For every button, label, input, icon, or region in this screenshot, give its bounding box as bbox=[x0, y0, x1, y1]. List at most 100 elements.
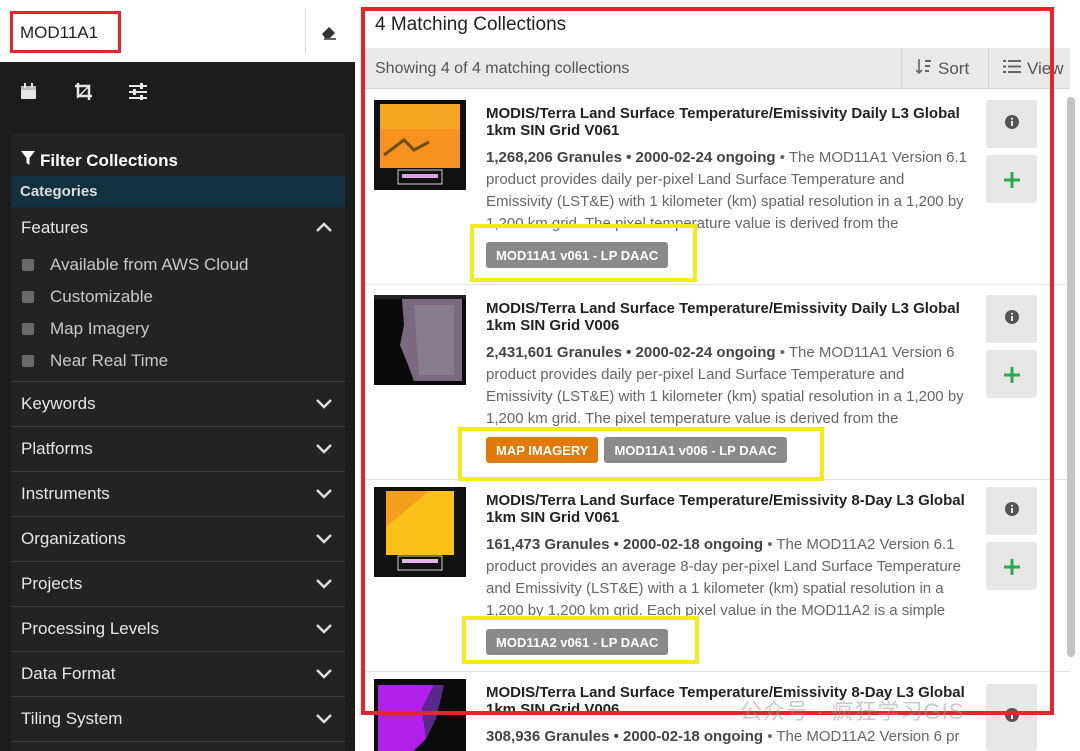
collection-summary: • The MOD11A2 Version 6 pr bbox=[763, 728, 960, 745]
results-scrollbar[interactable] bbox=[1067, 97, 1075, 657]
info-icon bbox=[1004, 708, 1019, 727]
plus-icon bbox=[1003, 550, 1020, 582]
info-button[interactable] bbox=[986, 100, 1037, 148]
left-panel: MOD11A1 Filter Collections Categories Fe… bbox=[0, 0, 355, 751]
facet-projects[interactable]: Projects bbox=[11, 562, 345, 607]
facet-label: Processing Levels bbox=[21, 619, 159, 638]
collection-tags: MOD11A2 v061 - LP DAAC bbox=[486, 629, 669, 655]
filter-icon bbox=[21, 151, 35, 171]
plus-icon bbox=[1003, 163, 1020, 195]
calendar-icon[interactable] bbox=[20, 82, 37, 105]
facet-tiling-system[interactable]: Tiling System bbox=[11, 697, 345, 742]
results-panel: 4 Matching Collections Showing 4 of 4 ma… bbox=[355, 0, 1080, 751]
collection-thumbnail bbox=[374, 679, 466, 751]
filter-header-label: Filter Collections bbox=[40, 151, 178, 170]
facet-label: Instruments bbox=[21, 484, 110, 503]
collection-meta: 161,473 Granules • 2000-02-18 ongoing bbox=[486, 536, 764, 553]
facet-label: Tiling System bbox=[21, 709, 123, 728]
feature-option-label: Near Real Time bbox=[50, 351, 169, 370]
results-count-text: Showing 4 of 4 matching collections bbox=[375, 60, 630, 77]
facet-features[interactable]: Features bbox=[11, 207, 345, 249]
map-imagery-tag: MAP IMAGERY bbox=[486, 437, 599, 463]
facet-label: Features bbox=[21, 218, 89, 237]
facet-processing-levels[interactable]: Processing Levels bbox=[11, 607, 345, 652]
search-bar: MOD11A1 bbox=[0, 0, 355, 62]
checkbox[interactable] bbox=[22, 291, 34, 303]
info-button[interactable] bbox=[986, 487, 1037, 535]
view-label: View bbox=[1027, 58, 1064, 78]
sort-icon bbox=[915, 58, 932, 80]
collection-meta: 2,431,601 Granules • 2000-02-24 ongoing bbox=[486, 344, 776, 361]
chevron-down-icon bbox=[315, 574, 333, 594]
features-list: Available from AWS Cloud Customizable Ma… bbox=[11, 249, 345, 382]
facet-label: Projects bbox=[21, 574, 83, 593]
facet-label: Keywords bbox=[21, 394, 96, 413]
facet-label: Platforms bbox=[21, 439, 93, 458]
chevron-down-icon bbox=[315, 619, 333, 639]
add-collection-button[interactable] bbox=[986, 155, 1037, 203]
feature-option-near-real-time[interactable]: Near Real Time bbox=[11, 345, 345, 377]
results-subbar: Showing 4 of 4 matching collections Sort… bbox=[365, 48, 1070, 89]
info-button[interactable] bbox=[986, 684, 1037, 751]
collection-description: 161,473 Granules • 2000-02-18 ongoing • … bbox=[486, 534, 971, 622]
categories-label: Categories bbox=[11, 176, 345, 207]
collection-title[interactable]: MODIS/Terra Land Surface Temperature/Emi… bbox=[486, 105, 971, 139]
chevron-down-icon bbox=[315, 709, 333, 729]
collection-item[interactable]: MODIS/Terra Land Surface Temperature/Emi… bbox=[365, 91, 1070, 285]
filter-collections-header: Filter Collections bbox=[11, 134, 345, 176]
feature-option-label: Customizable bbox=[50, 287, 153, 306]
collection-thumbnail bbox=[374, 100, 466, 190]
add-collection-button[interactable] bbox=[986, 350, 1037, 398]
crop-icon[interactable] bbox=[74, 82, 93, 106]
collection-meta: 1,268,206 Granules • 2000-02-24 ongoing bbox=[486, 149, 776, 166]
info-button[interactable] bbox=[986, 295, 1037, 343]
feature-option-map-imagery[interactable]: Map Imagery bbox=[11, 313, 345, 345]
filter-collections-panel: Filter Collections Categories Features A… bbox=[11, 134, 345, 751]
facet-keywords[interactable]: Keywords bbox=[11, 382, 345, 427]
search-input[interactable]: MOD11A1 bbox=[10, 11, 121, 53]
facet-data-format[interactable]: Data Format bbox=[11, 652, 345, 697]
chevron-down-icon bbox=[315, 394, 333, 414]
collection-item[interactable]: MODIS/Terra Land Surface Temperature/Emi… bbox=[365, 478, 1070, 672]
collection-thumbnail bbox=[374, 295, 466, 385]
chevron-down-icon bbox=[315, 439, 333, 459]
chevron-down-icon bbox=[315, 484, 333, 504]
collection-description: 1,268,206 Granules • 2000-02-24 ongoing … bbox=[486, 147, 971, 235]
chevron-down-icon bbox=[315, 664, 333, 684]
info-icon bbox=[1004, 309, 1019, 329]
collection-tags: MAP IMAGERY MOD11A1 v006 - LP DAAC bbox=[486, 437, 787, 463]
feature-option-label: Available from AWS Cloud bbox=[50, 255, 249, 274]
eraser-icon[interactable] bbox=[320, 24, 338, 45]
chevron-down-icon bbox=[315, 529, 333, 549]
version-tag: MOD11A1 v061 - LP DAAC bbox=[486, 242, 669, 268]
sort-label: Sort bbox=[938, 58, 970, 78]
sort-button[interactable]: Sort bbox=[901, 48, 988, 89]
collection-title[interactable]: MODIS/Terra Land Surface Temperature/Emi… bbox=[486, 492, 971, 526]
info-icon bbox=[1004, 501, 1019, 521]
facet-platforms[interactable]: Platforms bbox=[11, 427, 345, 472]
facet-label: Data Format bbox=[21, 664, 116, 683]
filter-toolbar bbox=[0, 62, 355, 124]
facet-organizations[interactable]: Organizations bbox=[11, 517, 345, 562]
view-button[interactable]: View bbox=[988, 48, 1070, 89]
collection-description: 2,431,601 Granules • 2000-02-24 ongoing … bbox=[486, 342, 971, 430]
facet-instruments[interactable]: Instruments bbox=[11, 472, 345, 517]
feature-option-label: Map Imagery bbox=[50, 319, 150, 338]
results-title: 4 Matching Collections bbox=[375, 14, 567, 35]
collection-meta: 308,936 Granules • 2000-02-18 ongoing bbox=[486, 728, 764, 745]
collection-thumbnail bbox=[374, 487, 466, 577]
checkbox[interactable] bbox=[22, 323, 34, 335]
add-collection-button[interactable] bbox=[986, 542, 1037, 590]
info-icon bbox=[1004, 114, 1019, 134]
checkbox[interactable] bbox=[22, 355, 34, 367]
version-tag: MOD11A2 v061 - LP DAAC bbox=[486, 629, 669, 655]
collection-title[interactable]: MODIS/Terra Land Surface Temperature/Emi… bbox=[486, 300, 971, 334]
feature-option-customizable[interactable]: Customizable bbox=[11, 281, 345, 313]
collection-item[interactable]: MODIS/Terra Land Surface Temperature/Emi… bbox=[365, 286, 1070, 481]
sliders-icon[interactable] bbox=[128, 82, 148, 105]
facet-label: Organizations bbox=[21, 529, 126, 548]
collection-tags: MOD11A1 v061 - LP DAAC bbox=[486, 242, 669, 268]
checkbox[interactable] bbox=[22, 259, 34, 271]
feature-option-aws-cloud[interactable]: Available from AWS Cloud bbox=[11, 249, 345, 281]
chevron-up-icon bbox=[315, 218, 333, 238]
